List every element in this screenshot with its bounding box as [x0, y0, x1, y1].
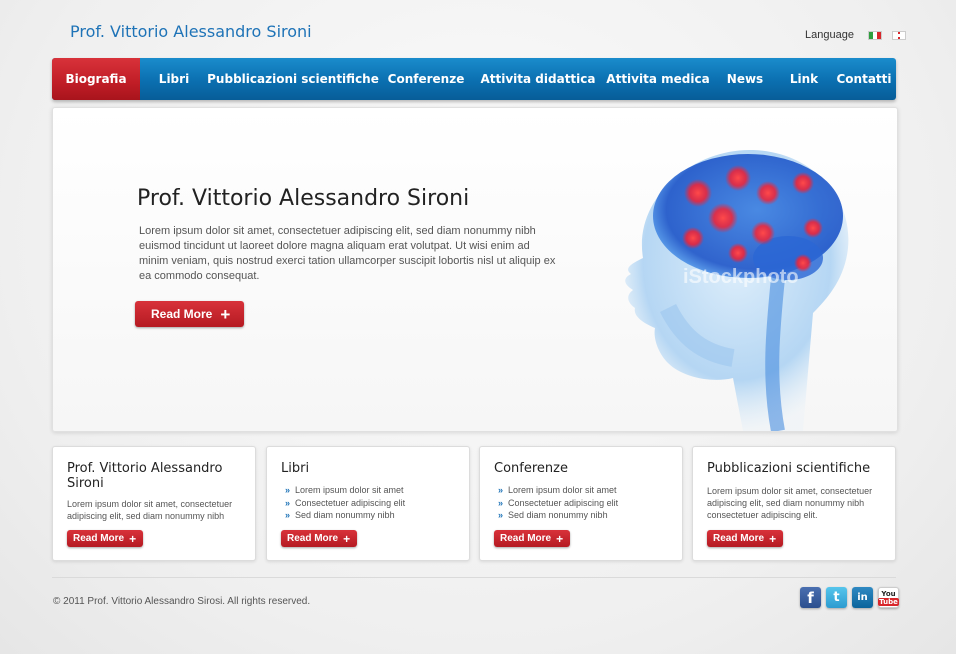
linkedin-icon[interactable]: in: [852, 587, 873, 608]
nav-item-libri[interactable]: Libri: [140, 58, 208, 100]
card-conferenze: Conferenze » Lorem ipsum dolor sit amet »…: [479, 446, 683, 561]
chevron-right-icon: »: [285, 510, 291, 520]
nav-item-pubblicazioni[interactable]: Pubblicazioni scientifiche: [207, 58, 379, 100]
plus-icon: +: [343, 531, 351, 546]
card-read-more-button[interactable]: Read More +: [67, 530, 144, 547]
brain-xray-image: iStockphoto: [625, 149, 849, 431]
plus-icon: +: [220, 304, 231, 324]
facebook-icon[interactable]: f: [800, 587, 821, 608]
plus-icon: +: [769, 531, 777, 546]
list-item[interactable]: » Lorem ipsum dolor sit amet: [498, 484, 618, 497]
chevron-right-icon: »: [285, 497, 291, 508]
nav-item-link[interactable]: Link: [776, 58, 832, 100]
language-selector: Language: [805, 29, 906, 41]
chevron-right-icon: »: [498, 485, 504, 495]
istockphoto-watermark: iStockphoto: [683, 266, 799, 288]
card-text: Lorem ipsum dolor sit amet, consectetuer…: [67, 499, 233, 521]
card-title: Libri: [281, 461, 310, 476]
chevron-right-icon: »: [498, 510, 504, 520]
card-read-more-button[interactable]: Read More +: [707, 530, 784, 547]
card-pubblicazioni: Pubblicazioni scientifiche Lorem ipsum d…: [692, 446, 896, 561]
card-title: Prof. Vittorio Alessandro Sironi: [67, 461, 223, 491]
hero-banner: Prof. Vittorio Alessandro Sironi Lorem i…: [52, 107, 898, 432]
nav-item-contatti[interactable]: Contatti: [832, 58, 896, 100]
chevron-right-icon: »: [285, 485, 291, 495]
main-nav: Biografia Libri Pubblicazioni scientific…: [52, 58, 896, 100]
list-item[interactable]: » Consectetuer adipiscing elit: [285, 497, 405, 510]
nav-item-conferenze[interactable]: Conferenze: [378, 58, 474, 100]
list-item[interactable]: » Lorem ipsum dolor sit amet: [285, 484, 405, 497]
copyright-text: © 2011 Prof. Vittorio Alessandro Sirosi.…: [53, 596, 311, 607]
twitter-icon[interactable]: t: [826, 587, 847, 608]
card-title: Pubblicazioni scientifiche: [707, 461, 871, 476]
read-more-label: Read More: [713, 533, 765, 544]
italian-flag-icon[interactable]: [867, 30, 882, 40]
card-read-more-button[interactable]: Read More +: [494, 530, 571, 547]
nav-item-attivita-medica[interactable]: Attivita medica: [602, 58, 714, 100]
footer-divider: [52, 577, 896, 578]
card-list: » Lorem ipsum dolor sit amet » Consectetue…: [498, 484, 618, 522]
card-read-more-button[interactable]: Read More +: [281, 530, 358, 547]
nav-item-biografia[interactable]: Biografia: [52, 58, 140, 100]
social-links: f t in You Tube: [800, 587, 899, 608]
hero-text: Lorem ipsum dolor sit amet, consectetuer…: [139, 225, 556, 282]
nav-item-attivita-didattica[interactable]: Attivita didattica: [474, 58, 602, 100]
hero-title: Prof. Vittorio Alessandro Sironi: [137, 186, 470, 211]
chevron-right-icon: »: [498, 497, 504, 508]
read-more-label: Read More: [287, 533, 339, 544]
english-flag-icon[interactable]: [891, 30, 906, 40]
card-text: Lorem ipsum dolor sit amet, consectetuer…: [707, 486, 873, 520]
card-libri: Libri » Lorem ipsum dolor sit amet » Conse…: [266, 446, 470, 561]
language-label: Language: [805, 29, 854, 41]
list-item[interactable]: » Sed diam nonummy nibh: [285, 509, 405, 522]
plus-icon: +: [129, 531, 137, 546]
plus-icon: +: [556, 531, 564, 546]
card-title: Conferenze: [494, 461, 568, 476]
list-item[interactable]: » Sed diam nonummy nibh: [498, 509, 618, 522]
list-item[interactable]: » Consectetuer adipiscing elit: [498, 497, 618, 510]
nav-item-news[interactable]: News: [714, 58, 776, 100]
card-list: » Lorem ipsum dolor sit amet » Consectetue…: [285, 484, 405, 522]
read-more-label: Read More: [500, 533, 552, 544]
hero-read-more-button[interactable]: Read More +: [135, 301, 245, 327]
site-title[interactable]: Prof. Vittorio Alessandro Sironi: [70, 22, 312, 41]
read-more-label: Read More: [151, 307, 213, 321]
read-more-label: Read More: [73, 533, 125, 544]
youtube-icon[interactable]: You Tube: [878, 587, 899, 608]
card-biografia: Prof. Vittorio Alessandro Sironi Lorem i…: [52, 446, 256, 561]
